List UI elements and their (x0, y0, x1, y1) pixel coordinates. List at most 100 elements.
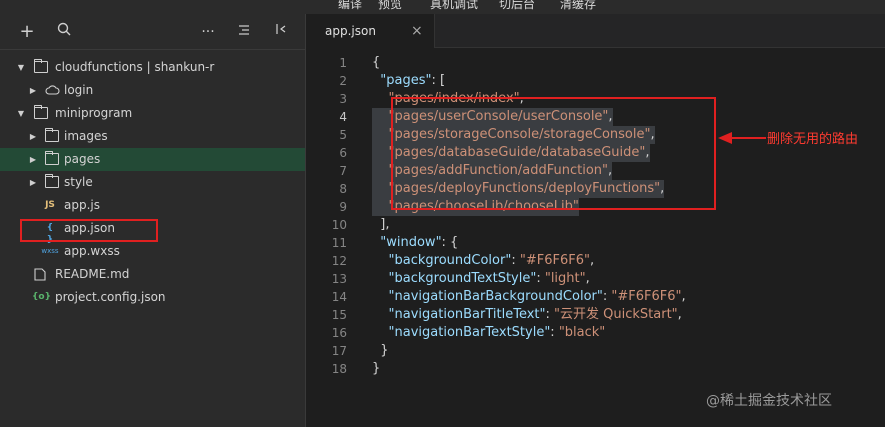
json-punctuation: , (589, 253, 595, 268)
line-number: 14 (331, 290, 347, 304)
code-line[interactable]: 14 "navigationBarBackgroundColor": "#F6F… (307, 288, 885, 306)
json-punctuation: , (585, 271, 590, 286)
code-line[interactable]: 10 ], (307, 216, 885, 234)
tree-item-miniprogram[interactable]: ▼ miniprogram (0, 102, 305, 125)
top-menu-bar: 编译 预览 真机调试 切后台 清缓存 (0, 0, 885, 14)
json-punctuation: , (681, 289, 686, 304)
tree-item-label: cloudfunctions | shankun-r (55, 60, 215, 74)
code-text: "navigationBarTitleText": "云开发 QuickStar… (372, 306, 682, 324)
folder-icon (45, 128, 59, 142)
cloud-icon (45, 84, 60, 96)
editor-tabs: app.json × (307, 14, 885, 48)
tab-app-json[interactable]: app.json × (307, 14, 435, 48)
json-key: "backgroundColor" (372, 253, 512, 268)
line-number: 9 (339, 200, 347, 214)
tree-item-pages[interactable]: ▶ pages (0, 148, 305, 171)
chevron-down-icon[interactable]: ▼ (16, 56, 26, 79)
arrow-left-icon (718, 132, 766, 144)
tree-item-label: app.wxss (64, 244, 120, 258)
tree-item-project-config[interactable]: {o} project.config.json (0, 286, 305, 309)
code-line[interactable]: 11 "window": { (307, 234, 885, 252)
js-file-icon: JS (45, 200, 55, 210)
json-key: "window" (372, 235, 442, 250)
chevron-right-icon[interactable]: ▶ (28, 125, 38, 148)
json-punctuation: : [ (431, 73, 446, 88)
code-text: "navigationBarTextStyle": "black" (372, 324, 606, 342)
line-number: 11 (331, 236, 347, 250)
code-text: "backgroundTextStyle": "light", (372, 270, 590, 288)
json-key: "navigationBarTitleText" (372, 307, 546, 322)
json-string: "#F6F6F6" (519, 253, 590, 268)
config-file-icon: {o} (32, 292, 51, 302)
code-line[interactable]: 2 "pages": [ (307, 72, 885, 90)
line-number: 4 (339, 110, 347, 124)
json-punctuation: } (372, 361, 381, 376)
line-number: 1 (339, 56, 347, 70)
json-string: "light" (544, 271, 586, 286)
preview-menu[interactable]: 预览 (378, 0, 402, 12)
search-icon[interactable] (54, 22, 74, 42)
code-text: } (372, 342, 388, 360)
code-text: { (372, 54, 380, 72)
tree-item-style[interactable]: ▶ style (0, 171, 305, 194)
code-line[interactable]: 15 "navigationBarTitleText": "云开发 QuickS… (307, 306, 885, 324)
file-explorer-sidebar: + ··· ▼ cloudfunctions | shankun-r ▶ log… (0, 14, 306, 427)
json-key: "backgroundTextStyle" (372, 271, 537, 286)
json-punctuation: ], (372, 217, 390, 232)
more-icon[interactable]: ··· (198, 22, 218, 42)
tree-item-label: miniprogram (55, 106, 133, 120)
json-string: "black" (558, 325, 606, 340)
code-line[interactable]: 12 "backgroundColor": "#F6F6F6", (307, 252, 885, 270)
watermark: @稀土掘金技术社区 (706, 393, 832, 409)
json-key: "navigationBarTextStyle" (372, 325, 551, 340)
json-punctuation: : (511, 253, 520, 268)
compile-menu[interactable]: 编译 (338, 0, 362, 12)
code-line[interactable]: 18} (307, 360, 885, 378)
switch-background-menu[interactable]: 切后台 (499, 0, 535, 12)
code-line[interactable]: 16 "navigationBarTextStyle": "black" (307, 324, 885, 342)
tree-item-login[interactable]: ▶ login (0, 79, 305, 102)
json-key: "pages" (372, 73, 432, 88)
add-icon[interactable]: + (17, 22, 37, 42)
folder-open-icon (34, 105, 48, 119)
line-number: 5 (339, 128, 347, 142)
json-punctuation: : (545, 307, 555, 322)
code-line[interactable]: 1{ (307, 54, 885, 72)
line-number: 10 (331, 218, 347, 232)
code-line[interactable]: 13 "backgroundTextStyle": "light", (307, 270, 885, 288)
json-string: "云开发 QuickStart" (554, 307, 678, 322)
code-text: "navigationBarBackgroundColor": "#F6F6F6… (372, 288, 686, 306)
tree-item-cloudfunctions[interactable]: ▼ cloudfunctions | shankun-r (0, 56, 305, 79)
sidebar-toolbar: + ··· (0, 14, 306, 50)
line-number: 3 (339, 92, 347, 106)
code-editor: app.json × 1{2 "pages": [3 "pages/index/… (307, 14, 885, 427)
tree-item-label: images (64, 129, 108, 143)
tree-item-label: style (64, 175, 93, 189)
tree-item-app-js[interactable]: JS app.js (0, 194, 305, 217)
code-line[interactable]: 17 } (307, 342, 885, 360)
collapse-icon[interactable] (234, 22, 254, 42)
tab-label: app.json (325, 24, 376, 38)
json-punctuation: : (550, 325, 559, 340)
json-punctuation: { (372, 55, 381, 70)
tree-item-label: README.md (55, 267, 130, 281)
line-number: 17 (331, 344, 347, 358)
folder-icon (45, 151, 59, 165)
tree-item-images[interactable]: ▶ images (0, 125, 305, 148)
real-device-debug-menu[interactable]: 真机调试 (430, 0, 478, 12)
clear-cache-menu[interactable]: 清缓存 (560, 0, 596, 12)
json-string: "#F6F6F6" (611, 289, 682, 304)
chevron-right-icon[interactable]: ▶ (28, 79, 38, 102)
chevron-right-icon[interactable]: ▶ (28, 171, 38, 194)
line-number: 15 (331, 308, 347, 322)
line-number: 13 (331, 272, 347, 286)
chevron-right-icon[interactable]: ▶ (28, 148, 38, 171)
tree-item-label: login (64, 83, 94, 97)
annotation-callout: 删除无用的路由 (767, 132, 859, 147)
split-panel-icon[interactable] (271, 22, 291, 42)
tree-item-readme[interactable]: README.md (0, 263, 305, 286)
close-icon[interactable]: × (411, 14, 423, 48)
chevron-down-icon[interactable]: ▼ (16, 102, 26, 125)
code-text: ], (372, 216, 389, 234)
tree-item-app-wxss[interactable]: wxss app.wxss (0, 240, 305, 263)
